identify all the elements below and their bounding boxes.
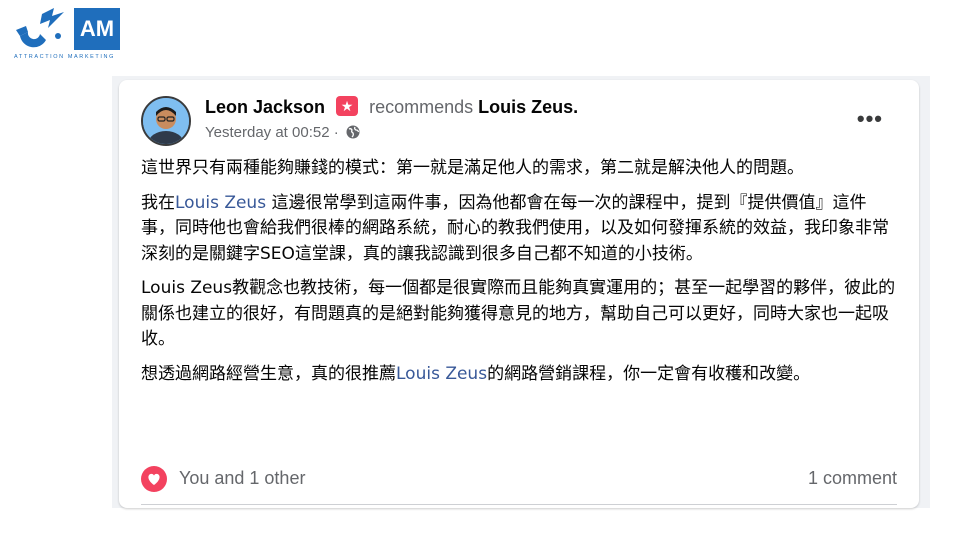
post-header: Leon Jackson ★ recommends Louis Zeus. Ye…	[205, 96, 578, 141]
recommendation-post: Leon Jackson ★ recommends Louis Zeus. Ye…	[119, 80, 919, 508]
brand-logo: AM ATTRACTION MARKETING	[12, 4, 122, 62]
heart-icon[interactable]	[141, 466, 167, 492]
paragraph-text: Louis Zeus教觀念也教技術，每一個都是很實際而且能夠真實運用的；甚至一起…	[141, 278, 896, 349]
recommends-label: recommends	[369, 97, 474, 117]
louis-zeus-link[interactable]: Louis Zeus	[175, 193, 266, 213]
post-footer: You and 1 other 1 comment	[141, 464, 897, 492]
louis-zeus-link[interactable]: Louis Zeus	[396, 364, 487, 384]
paragraph: 這世界只有兩種能夠賺錢的模式：第一就是滿足他人的需求，第二就是解決他人的問題。	[141, 156, 897, 182]
avatar-photo	[143, 98, 189, 144]
more-options-button[interactable]: •••	[857, 106, 883, 132]
logo-tagline: ATTRACTION MARKETING	[14, 54, 115, 60]
post-body: 這世界只有兩種能夠賺錢的模式：第一就是滿足他人的需求，第二就是解決他人的問題。 …	[141, 156, 897, 396]
paragraph: 我在Louis Zeus 這邊很常學到這兩件事，因為他都會在每一次的課程中，提到…	[141, 191, 897, 268]
globe-icon	[346, 125, 360, 139]
paragraph-text: 這世界只有兩種能夠賺錢的模式：第一就是滿足他人的需求，第二就是解決他人的問題。	[141, 158, 804, 178]
post-timestamp[interactable]: Yesterday at 00:52 ·	[205, 124, 339, 141]
comments-count[interactable]: 1 comment	[808, 468, 897, 489]
post-title-line: Leon Jackson ★ recommends Louis Zeus.	[205, 96, 578, 118]
star-icon: ★	[336, 96, 359, 116]
post-meta: Yesterday at 00:52 ·	[205, 124, 578, 141]
magnet-icon	[16, 8, 64, 48]
reactions-count[interactable]: You and 1 other	[179, 468, 305, 489]
paragraph-text: 的網路營銷課程，你一定會有收穫和改變。	[487, 363, 811, 384]
logo-initials: AM	[74, 8, 120, 50]
paragraph: Louis Zeus教觀念也教技術，每一個都是很實際而且能夠真實運用的；甚至一起…	[141, 276, 897, 353]
avatar[interactable]	[141, 96, 191, 146]
recommended-page[interactable]: Louis Zeus.	[478, 97, 578, 117]
paragraph: 想透過網路經營生意，真的很推薦Louis Zeus的網路營銷課程，你一定會有收穫…	[141, 362, 897, 388]
divider	[141, 504, 897, 505]
author-name[interactable]: Leon Jackson	[205, 97, 325, 117]
paragraph-text: 想透過網路經營生意，真的很推薦	[141, 363, 396, 384]
paragraph-text: 我在	[141, 192, 175, 213]
